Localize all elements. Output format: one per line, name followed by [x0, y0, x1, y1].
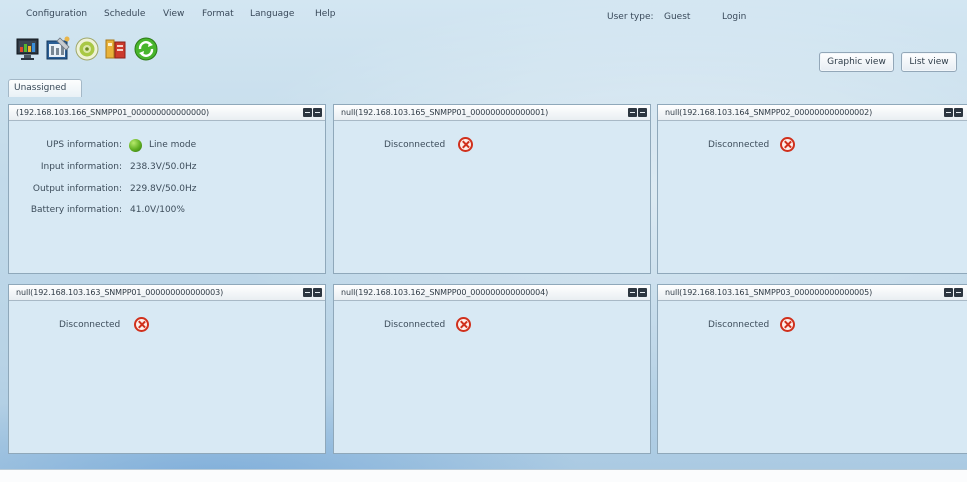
panel-header: null(192.168.103.161_SNMPP03_00000000000… — [658, 285, 967, 301]
restore-icon[interactable] — [313, 108, 322, 117]
input-info-label: Input information: — [40, 162, 122, 172]
disconnected-status: Disconnected — [384, 140, 446, 150]
disconnected-status: Disconnected — [708, 140, 770, 150]
panel-title: (192.168.103.166_SNMPP01_000000000000000… — [16, 108, 209, 117]
bottom-strip — [0, 470, 967, 482]
device-panel: null(192.168.103.163_SNMPP01_00000000000… — [8, 284, 326, 454]
user-type-value: Guest — [664, 12, 691, 22]
monitor-chart-icon[interactable] — [15, 36, 41, 62]
menu-configuration[interactable]: Configuration — [26, 9, 87, 19]
disconnected-icon — [458, 137, 473, 152]
panel-header: null(192.168.103.163_SNMPP01_00000000000… — [9, 285, 325, 301]
device-panel: (192.168.103.166_SNMPP01_000000000000000… — [8, 104, 326, 274]
output-info-value: 229.8V/50.0Hz — [130, 184, 197, 194]
menu-help[interactable]: Help — [315, 9, 336, 19]
device-panel: null(192.168.103.165_SNMPP01_00000000000… — [333, 104, 651, 274]
menu-language[interactable]: Language — [250, 9, 294, 19]
disconnected-icon — [780, 137, 795, 152]
battery-info-value: 41.0V/100% — [130, 205, 185, 215]
disconnected-status: Disconnected — [384, 320, 446, 330]
disconnected-icon — [134, 317, 149, 332]
panel-header: null(192.168.103.162_SNMPP00_00000000000… — [334, 285, 650, 301]
menu-schedule[interactable]: Schedule — [104, 9, 145, 19]
minimize-icon[interactable] — [628, 288, 637, 297]
ups-battery-icon[interactable] — [103, 36, 129, 62]
panel-header: null(192.168.103.164_SNMPP02_00000000000… — [658, 105, 967, 121]
minimize-icon[interactable] — [303, 108, 312, 117]
restore-icon[interactable] — [313, 288, 322, 297]
disconnected-status: Disconnected — [708, 320, 770, 330]
device-panel: null(192.168.103.164_SNMPP02_00000000000… — [657, 104, 967, 274]
panel-header: (192.168.103.166_SNMPP01_000000000000000… — [9, 105, 325, 121]
login-link[interactable]: Login — [722, 12, 746, 22]
minimize-icon[interactable] — [303, 288, 312, 297]
disconnected-status: Disconnected — [59, 320, 121, 330]
ups-info-label: UPS information: — [46, 140, 122, 150]
user-type-label: User type: — [607, 12, 654, 22]
panel-title: null(192.168.103.163_SNMPP01_00000000000… — [16, 288, 224, 297]
minimize-icon[interactable] — [628, 108, 637, 117]
graphic-view-button[interactable]: Graphic view — [819, 52, 894, 72]
menu-format[interactable]: Format — [202, 9, 234, 19]
restore-icon[interactable] — [954, 288, 963, 297]
device-panel: null(192.168.103.161_SNMPP03_00000000000… — [657, 284, 967, 454]
disconnected-icon — [780, 317, 795, 332]
panel-title: null(192.168.103.165_SNMPP01_00000000000… — [341, 108, 549, 117]
refresh-icon[interactable] — [133, 36, 159, 62]
power-disc-icon[interactable] — [74, 36, 100, 62]
disconnected-icon — [456, 317, 471, 332]
minimize-icon[interactable] — [944, 288, 953, 297]
list-view-button[interactable]: List view — [901, 52, 957, 72]
tab-unassigned[interactable]: Unassigned — [8, 79, 82, 97]
ups-info-value: Line mode — [149, 140, 197, 150]
minimize-icon[interactable] — [944, 108, 953, 117]
restore-icon[interactable] — [954, 108, 963, 117]
settings-tools-icon[interactable] — [45, 36, 71, 62]
battery-info-label: Battery information: — [30, 205, 122, 215]
app-window: Configuration Schedule View Format Langu… — [0, 0, 967, 470]
restore-icon[interactable] — [638, 108, 647, 117]
panel-title: null(192.168.103.161_SNMPP03_00000000000… — [665, 288, 873, 297]
panel-title: null(192.168.103.164_SNMPP02_00000000000… — [665, 108, 873, 117]
menu-bar: Configuration Schedule View Format Langu… — [0, 0, 967, 30]
panel-header: null(192.168.103.165_SNMPP01_00000000000… — [334, 105, 650, 121]
device-panel: null(192.168.103.162_SNMPP00_00000000000… — [333, 284, 651, 454]
restore-icon[interactable] — [638, 288, 647, 297]
input-info-value: 238.3V/50.0Hz — [130, 162, 197, 172]
output-info-label: Output information: — [32, 184, 122, 194]
menu-view[interactable]: View — [163, 9, 184, 19]
panel-title: null(192.168.103.162_SNMPP00_00000000000… — [341, 288, 549, 297]
online-status-icon — [129, 139, 142, 152]
